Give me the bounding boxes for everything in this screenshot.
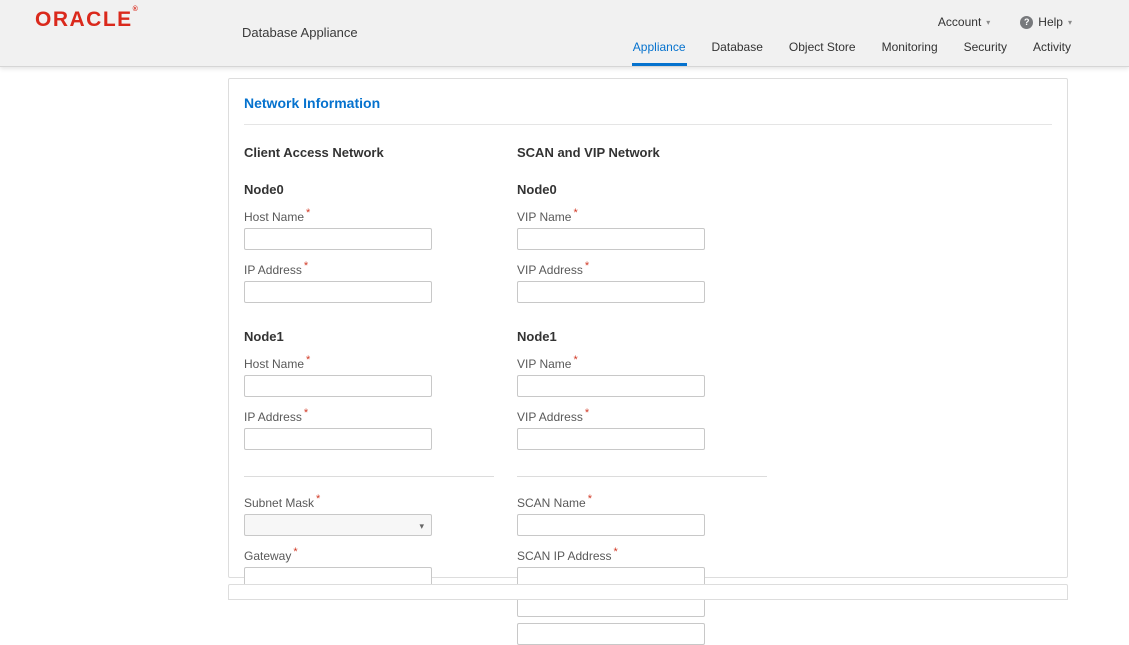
node1-vip-address-input[interactable] [517,428,705,450]
scan-vip-network-column: SCAN and VIP Network Node0 VIP Name* VIP… [517,145,767,645]
app-title: Database Appliance [242,25,358,40]
node1-title: Node1 [244,329,494,344]
client-access-network-title: Client Access Network [244,145,494,160]
required-marker: * [306,207,310,219]
tab-activity[interactable]: Activity [1032,40,1072,66]
tab-bar: Appliance Database Object Store Monitori… [632,40,1072,66]
subnet-mask-select[interactable]: ▾ [244,514,432,536]
required-marker: * [306,354,310,366]
column-divider [517,476,767,477]
vip-name-label: VIP Name* [517,354,767,371]
node1-ip-address-input[interactable] [244,428,432,450]
chevron-down-icon: ▾ [986,18,990,27]
required-marker: * [588,493,592,505]
help-icon: ? [1020,16,1033,29]
network-information-card: Network Information Client Access Networ… [228,78,1068,578]
account-label: Account [938,15,981,29]
vip-name-label: VIP Name* [517,207,767,224]
host-name-label: Host Name* [244,354,494,371]
node0-ip-address-input[interactable] [244,281,432,303]
help-label: Help [1038,15,1063,29]
required-marker: * [304,407,308,419]
scan-vip-network-title: SCAN and VIP Network [517,145,767,160]
tab-security[interactable]: Security [963,40,1008,66]
account-menu[interactable]: Account ▾ [938,15,990,29]
chevron-down-icon: ▾ [1068,18,1072,27]
node0-vip-address-input[interactable] [517,281,705,303]
ip-address-label: IP Address* [244,260,494,277]
tab-monitoring[interactable]: Monitoring [881,40,939,66]
gateway-label: Gateway* [244,546,494,563]
required-marker: * [585,407,589,419]
host-name-label: Host Name* [244,207,494,224]
node1-host-name-input[interactable] [244,375,432,397]
required-marker: * [304,260,308,272]
node1-title: Node1 [517,329,767,344]
app-header: ORACLE® Database Appliance Account ▾ ? H… [0,0,1129,67]
section-divider [244,124,1052,125]
scan-network-settings: SCAN Name* SCAN IP Address* [517,493,767,645]
column-divider [244,476,494,477]
scan-name-label: SCAN Name* [517,493,767,510]
node0-title: Node0 [244,182,494,197]
network-columns: Client Access Network Node0 Host Name* I… [244,145,1052,645]
scan-ip-address-label: SCAN IP Address* [517,546,767,563]
section-title: Network Information [244,95,1052,111]
next-section-card [228,584,1068,600]
node0-title: Node0 [517,182,767,197]
client-access-network-column: Client Access Network Node0 Host Name* I… [244,145,494,645]
required-marker: * [573,354,577,366]
node0-host-name-input[interactable] [244,228,432,250]
oracle-logo: ORACLE® [35,8,138,32]
required-marker: * [293,546,297,558]
vip-address-label: VIP Address* [517,407,767,424]
header-utility-bar: Account ▾ ? Help ▾ [938,15,1072,29]
vip-address-label: VIP Address* [517,260,767,277]
scan-name-input[interactable] [517,514,705,536]
required-marker: * [316,493,320,505]
required-marker: * [573,207,577,219]
required-marker: * [585,260,589,272]
help-menu[interactable]: ? Help ▾ [1020,15,1072,29]
required-marker: * [614,546,618,558]
node0-vip-name-input[interactable] [517,228,705,250]
subnet-mask-label: Subnet Mask* [244,493,494,510]
chevron-down-icon: ▾ [419,521,424,532]
oracle-logo-text: ORACLE [35,8,133,31]
node1-vip-name-input[interactable] [517,375,705,397]
client-network-settings: Subnet Mask* ▾ Gateway* [244,493,494,589]
tab-appliance[interactable]: Appliance [632,40,687,66]
tab-object-store[interactable]: Object Store [788,40,857,66]
scan-ip-address-input-3[interactable] [517,623,705,645]
tab-database[interactable]: Database [711,40,764,66]
ip-address-label: IP Address* [244,407,494,424]
registered-mark: ® [133,6,138,13]
